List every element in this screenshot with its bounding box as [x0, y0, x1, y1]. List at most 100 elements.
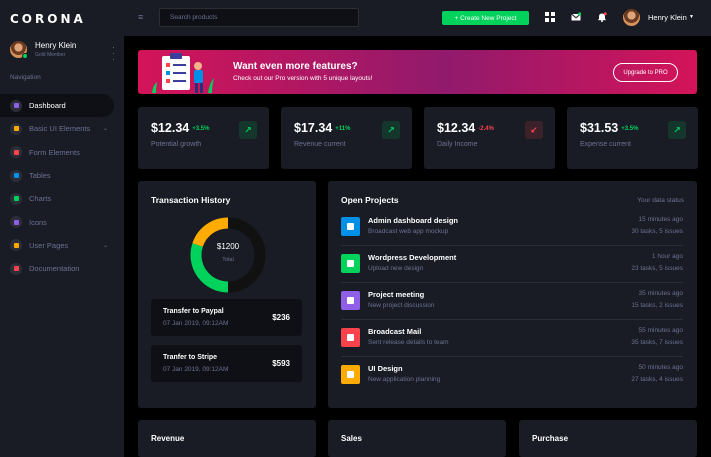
sidebar-item-label: Dashboard	[29, 101, 66, 111]
sales-card: Sales	[328, 420, 506, 457]
playlist-icon	[10, 146, 22, 159]
sidebar-item-label: Charts	[29, 194, 52, 204]
sidebar-item-label: Icons	[29, 217, 47, 227]
project-item[interactable]: UI Design New application planning 50 mi…	[341, 363, 683, 400]
menu-toggle-icon[interactable]: ≡	[138, 12, 143, 22]
clipboard-illustration-icon	[152, 53, 214, 93]
kebab-menu-icon[interactable]: · · ·	[112, 43, 115, 64]
nav-caption: Navigation	[10, 74, 41, 81]
card-title: Transaction History	[151, 195, 231, 205]
sidebar-item-dashboard[interactable]: Dashboard	[0, 94, 114, 118]
profile-role: Gold Member	[35, 52, 66, 58]
sidebar-item-label: Documentation	[29, 264, 80, 274]
card-title: Purchase	[532, 434, 569, 443]
project-time: 50 minutes ago	[638, 364, 683, 371]
speedometer-icon	[10, 99, 22, 112]
sidebar-item-tables[interactable]: Tables	[0, 164, 124, 187]
project-time: 15 minutes ago	[638, 216, 683, 223]
stat-card-daily-income: $12.34 -2.4% Daily Income ↙	[424, 107, 555, 169]
card-title: Revenue	[151, 434, 185, 443]
main-content: Want even more features? Check out our P…	[124, 36, 711, 457]
donut-total-amount: $1200	[216, 242, 240, 251]
project-subtitle: New application planning	[368, 376, 441, 383]
clock-icon	[341, 291, 360, 310]
sidebar-item-basic-ui-elements[interactable]: Basic UI Elements ⌄	[0, 117, 124, 140]
project-title: UI Design	[368, 364, 403, 373]
stat-card-expense-current: $31.53 +3.5% Expense current ↗	[567, 107, 698, 169]
transaction-donut-chart	[190, 217, 266, 293]
sidebar-nav: Dashboard Basic UI Elements ⌄ Form Eleme…	[0, 94, 124, 280]
transaction-item[interactable]: Tranfer to Stripe 07 Jan 2019, 09:12AM $…	[151, 345, 302, 382]
sidebar-item-label: Tables	[29, 171, 51, 181]
cloud-download-icon	[341, 254, 360, 273]
bell-icon[interactable]	[597, 12, 607, 22]
project-time: 35 minutes ago	[638, 290, 683, 297]
stat-label: Expense current	[580, 141, 631, 148]
project-title: Admin dashboard design	[368, 216, 459, 225]
project-item[interactable]: Broadcast Mail Sent release details to t…	[341, 326, 683, 363]
create-new-project-button[interactable]: + Create New Project	[442, 11, 529, 25]
project-title: Wordpress Development	[368, 253, 457, 262]
sidebar-item-label: User Pages	[29, 240, 69, 250]
sidebar-item-charts[interactable]: Charts	[0, 187, 124, 210]
transaction-date: 07 Jan 2019, 09:12AM	[163, 366, 229, 373]
project-stats: 30 tasks, 5 issues	[631, 228, 683, 235]
sidebar-item-user-pages[interactable]: User Pages ⌄	[0, 234, 124, 257]
donut-segment-green	[190, 243, 229, 293]
project-title: Broadcast Mail	[368, 327, 422, 336]
project-stats: 35 tasks, 7 issues	[631, 339, 683, 346]
chart-bar-icon	[10, 192, 22, 205]
search-input[interactable]	[159, 8, 359, 27]
divider	[341, 356, 683, 357]
stat-value: $31.53 +3.5%	[580, 121, 639, 135]
open-projects-card: Open Projects Your data status Admin das…	[328, 181, 697, 408]
stat-label: Revenue current	[294, 141, 346, 148]
sidebar-item-form-elements[interactable]: Form Elements	[0, 141, 124, 164]
transaction-amount: $236	[272, 313, 290, 322]
transaction-item[interactable]: Transfer to Paypal 07 Jan 2019, 09:12AM …	[151, 299, 302, 336]
revenue-card: Revenue	[138, 420, 316, 457]
apps-grid-icon[interactable]	[545, 12, 555, 22]
chevron-down-icon: ⌄	[103, 242, 109, 249]
top-user-name[interactable]: Henry Klein	[648, 13, 687, 22]
arrow-top-right-icon: ↗	[668, 121, 686, 139]
security-icon	[10, 239, 22, 252]
data-status-label: Your data status	[637, 197, 684, 204]
sidebar-item-label: Form Elements	[29, 147, 80, 157]
stat-value: $12.34 +3.5%	[151, 121, 210, 135]
chart-pie-icon	[341, 365, 360, 384]
upgrade-to-pro-button[interactable]: Upgrade to PRO	[613, 63, 678, 82]
project-time: 1 hour ago	[651, 253, 683, 260]
project-item[interactable]: Project meeting New project discussion 3…	[341, 289, 683, 326]
project-subtitle: Upload new design	[368, 265, 424, 272]
stat-card-potential-growth: $12.34 +3.5% Potential growth ↗	[138, 107, 269, 169]
stat-card-revenue-current: $17.34 +11% Revenue current ↗	[281, 107, 412, 169]
sidebar-item-documentation[interactable]: Documentation	[0, 257, 124, 280]
stat-change: -2.4%	[478, 126, 494, 132]
file-document-icon	[10, 262, 22, 275]
project-item[interactable]: Wordpress Development Upload new design …	[341, 252, 683, 289]
sidebar-item-icons[interactable]: Icons	[0, 210, 124, 233]
stat-change: +3.5%	[192, 126, 210, 132]
card-title: Open Projects	[341, 195, 399, 205]
online-status-icon	[22, 53, 28, 59]
arrow-bottom-left-icon: ↙	[525, 121, 543, 139]
promo-banner: Want even more features? Check out our P…	[138, 50, 697, 94]
email-icon	[341, 328, 360, 347]
donut-total-caption: Total	[222, 257, 234, 263]
project-item[interactable]: Admin dashboard design Broadcast web app…	[341, 215, 683, 252]
table-icon	[10, 169, 22, 182]
chevron-down-icon[interactable]: ▼	[689, 14, 694, 20]
avatar[interactable]	[623, 9, 640, 26]
project-title: Project meeting	[368, 290, 425, 299]
sidebar-profile[interactable]: Henry Klein Gold Member · · ·	[10, 41, 118, 64]
project-subtitle: Broadcast web app mockup	[368, 228, 449, 235]
avatar[interactable]	[10, 41, 28, 59]
stat-value: $12.34 -2.4%	[437, 121, 494, 135]
email-icon[interactable]	[571, 12, 581, 22]
arrow-top-right-icon: ↗	[239, 121, 257, 139]
laptop-icon	[10, 122, 22, 135]
brand-logo[interactable]: CORONA	[10, 12, 86, 26]
transaction-amount: $593	[272, 359, 290, 368]
profile-name: Henry Klein	[35, 41, 77, 50]
